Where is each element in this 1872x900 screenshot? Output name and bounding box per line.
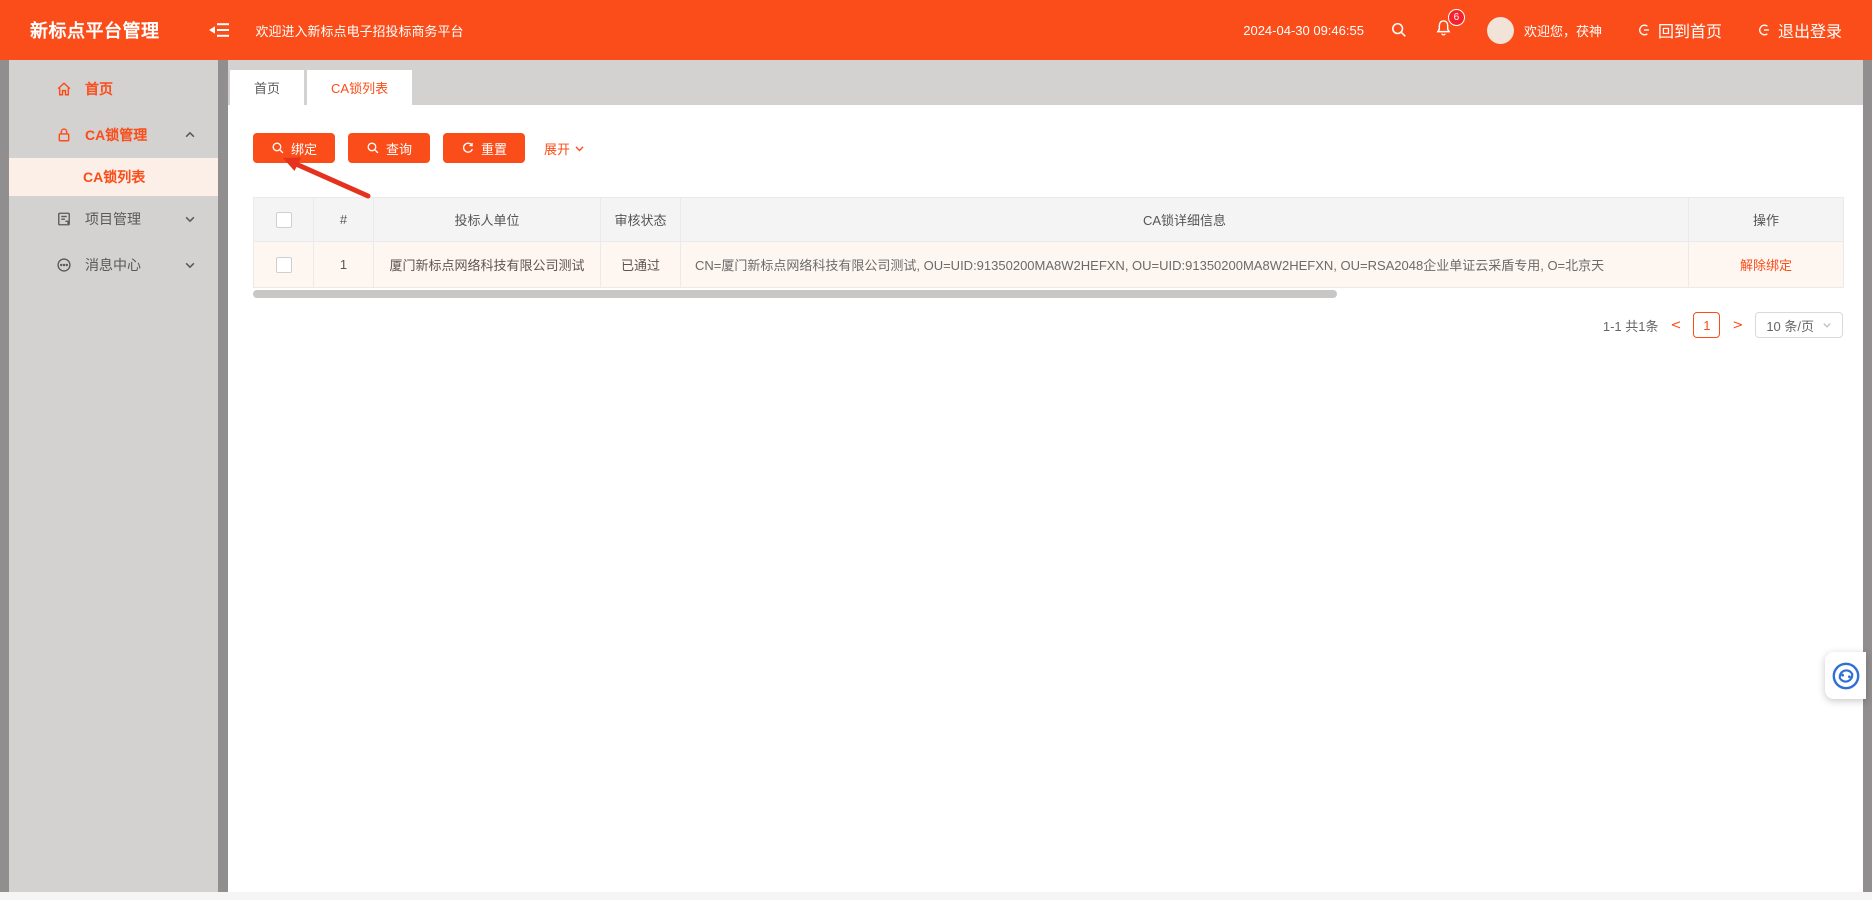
refresh-icon	[462, 142, 473, 153]
row-bidder: 厦门新标点网络科技有限公司测试	[373, 241, 601, 288]
sidebar-item-home[interactable]: 首页	[9, 66, 218, 112]
user-avatar[interactable]	[1486, 16, 1514, 44]
chevron-down-icon	[575, 145, 584, 151]
back-home-icon	[1636, 22, 1652, 38]
row-status: 已通过	[600, 241, 681, 288]
sidebar-item-message-center[interactable]: 消息中心	[9, 242, 218, 288]
logout-icon	[1756, 22, 1772, 38]
row-select-cell	[253, 241, 314, 288]
sidebar-right-scrollbar[interactable]	[218, 60, 228, 892]
home-icon	[55, 80, 75, 98]
header-datetime: 2024-04-30 09:46:55	[1243, 22, 1364, 38]
sidebar-item-label: 消息中心	[85, 257, 141, 273]
sidebar-menu: 首页 CA锁管理 CA锁列表 项目管理 消息中心	[9, 66, 218, 288]
row-checkbox[interactable]	[275, 256, 292, 273]
main-content: 首页 CA锁列表 绑定 查询 重置 展开 # 投标人单位 审核状态 CA锁详细信…	[228, 60, 1863, 892]
sidebar-item-ca-lock-list[interactable]: CA锁列表	[9, 158, 218, 196]
lock-icon	[55, 126, 75, 144]
page-size-value: 10 条/页	[1766, 318, 1814, 334]
back-home-label: 回到首页	[1657, 24, 1722, 41]
search-icon[interactable]	[1390, 21, 1408, 39]
col-header-bidder: 投标人单位	[373, 197, 601, 242]
page-1-button[interactable]: 1	[1693, 312, 1721, 338]
row-index: 1	[313, 241, 374, 288]
project-icon	[55, 210, 75, 228]
col-header-status: 审核状态	[600, 197, 681, 242]
sidebar-item-project-management[interactable]: 项目管理	[9, 196, 218, 242]
service-widget-button[interactable]	[1825, 652, 1866, 699]
back-home-link[interactable]: 回到首页	[1636, 18, 1722, 42]
chevron-up-icon	[184, 129, 196, 141]
menu-fold-icon[interactable]	[208, 21, 230, 39]
tab-bar: 首页 CA锁列表	[228, 60, 1863, 105]
ca-lock-list-panel: 绑定 查询 重置 展开 # 投标人单位 审核状态 CA锁详细信息 操作 1 厦门…	[228, 105, 1863, 338]
tab-label: CA锁列表	[331, 81, 389, 96]
prev-page-button[interactable]: <	[1669, 318, 1684, 333]
tab-ca-lock-list[interactable]: CA锁列表	[307, 70, 413, 105]
sidebar-item-ca-lock-management[interactable]: CA锁管理	[9, 112, 218, 158]
col-header-detail: CA锁详细信息	[680, 197, 1689, 242]
table-row: 1 厦门新标点网络科技有限公司测试 已通过 CN=厦门新标点网络科技有限公司测试…	[253, 241, 1844, 288]
ca-lock-table: # 投标人单位 审核状态 CA锁详细信息 操作 1 厦门新标点网络科技有限公司测…	[253, 197, 1844, 288]
select-all-cell	[253, 197, 314, 242]
notification-bell-icon[interactable]: 6	[1434, 8, 1465, 43]
bind-button-label: 绑定	[290, 141, 317, 157]
table-horizontal-scrollbar[interactable]	[253, 290, 1337, 298]
col-header-action: 操作	[1688, 197, 1844, 242]
search-icon	[272, 142, 284, 154]
chevron-down-icon	[184, 259, 196, 271]
col-header-index: #	[313, 197, 374, 242]
sidebar-item-label: 项目管理	[85, 211, 141, 227]
top-header: 新标点平台管理 欢迎进入新标点电子招投标商务平台 2024-04-30 09:4…	[0, 0, 1872, 60]
logout-label: 退出登录	[1777, 24, 1842, 41]
toolbar: 绑定 查询 重置 展开	[253, 133, 1863, 163]
pagination: 1-1 共1条 < 1 > 10 条/页	[253, 312, 1843, 338]
chevron-down-icon	[184, 213, 196, 225]
sidebar: 首页 CA锁管理 CA锁列表 项目管理 消息中心	[0, 60, 228, 892]
table-header-row: # 投标人单位 审核状态 CA锁详细信息 操作	[253, 197, 1844, 242]
pagination-summary: 1-1 共1条	[1602, 318, 1659, 334]
row-ca-detail: CN=厦门新标点网络科技有限公司测试, OU=UID:91350200MA8W2…	[680, 241, 1689, 288]
next-page-button[interactable]: >	[1730, 318, 1745, 333]
welcome-text: 欢迎进入新标点电子招投标商务平台	[255, 23, 464, 39]
unbind-link[interactable]: 解除绑定	[1740, 258, 1792, 273]
app-logo: 新标点平台管理	[30, 21, 160, 41]
query-button[interactable]: 查询	[348, 133, 430, 163]
select-all-checkbox[interactable]	[275, 211, 292, 228]
notification-badge: 6	[1447, 8, 1465, 26]
sidebar-left-scrollbar[interactable]	[0, 60, 9, 892]
row-action-cell: 解除绑定	[1688, 241, 1844, 288]
bind-button[interactable]: 绑定	[253, 133, 335, 163]
sidebar-item-label: 首页	[85, 81, 113, 97]
tab-label: 首页	[254, 81, 281, 96]
message-icon	[55, 256, 75, 274]
logout-link[interactable]: 退出登录	[1756, 18, 1842, 42]
service-logo-icon	[1832, 662, 1859, 689]
reset-button-label: 重置	[480, 141, 507, 157]
page-size-select[interactable]: 10 条/页	[1755, 312, 1843, 338]
chevron-down-icon	[1822, 320, 1832, 330]
query-button-label: 查询	[385, 141, 412, 157]
app-window: 新标点平台管理 欢迎进入新标点电子招投标商务平台 2024-04-30 09:4…	[0, 0, 1872, 900]
search-icon	[367, 142, 379, 154]
sidebar-item-label: CA锁管理	[85, 127, 148, 143]
tab-home[interactable]: 首页	[230, 70, 305, 105]
page-horizontal-scrollbar-track[interactable]	[0, 892, 1872, 900]
sidebar-item-label: CA锁列表	[83, 169, 146, 185]
page-vertical-scrollbar[interactable]	[1863, 60, 1872, 892]
reset-button[interactable]: 重置	[443, 133, 525, 163]
user-greeting[interactable]: 欢迎您，茯神	[1524, 21, 1602, 40]
expand-label: 展开	[544, 141, 571, 157]
expand-filters-link[interactable]: 展开	[544, 139, 585, 158]
